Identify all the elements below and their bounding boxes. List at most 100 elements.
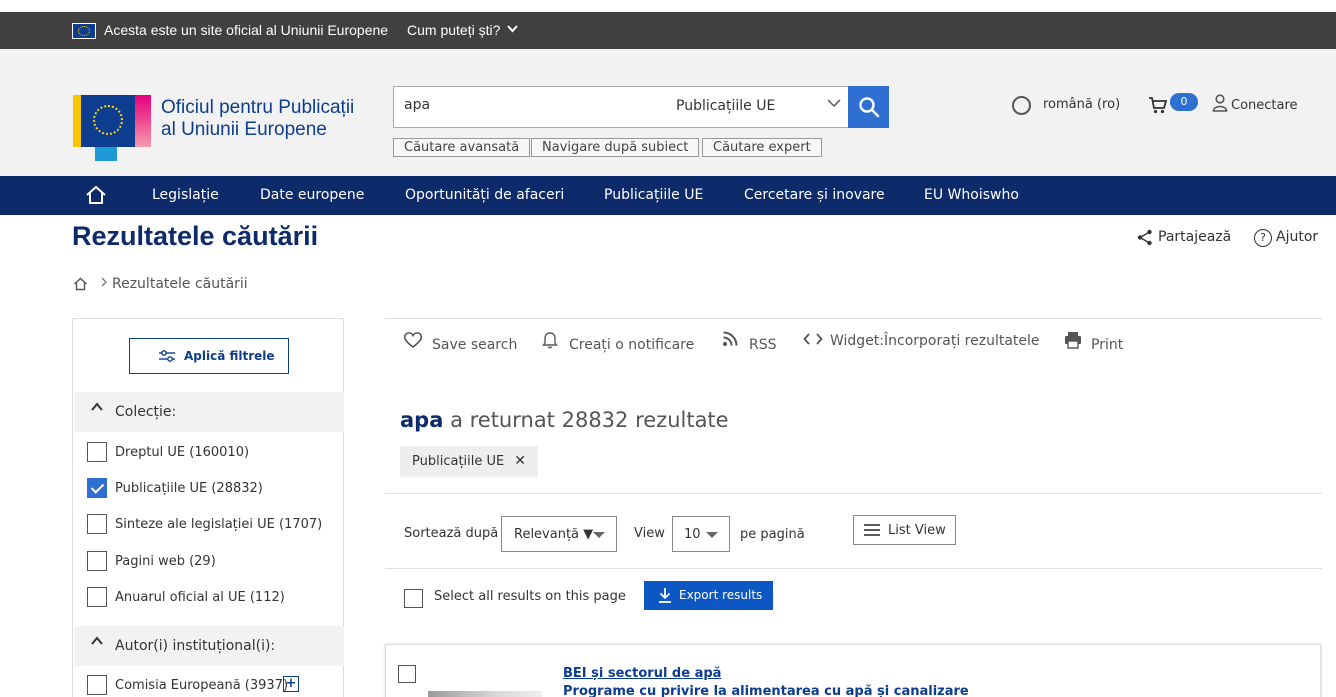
nav-item-european-data[interactable]: Date europene — [260, 187, 364, 203]
facet-label: Sinteze ale legislației UE (1707) — [115, 517, 323, 532]
language-selector[interactable]: română (ro) — [1043, 97, 1120, 112]
view-label: View — [634, 526, 665, 541]
list-icon — [864, 524, 880, 540]
result-checkbox[interactable] — [398, 665, 416, 683]
save-search-label: Save search — [432, 337, 518, 353]
apply-filters-label: Aplică filtrele — [184, 349, 275, 363]
create-notification-button[interactable]: Creați o notificare — [542, 331, 702, 359]
help-icon[interactable]: ? — [1254, 229, 1272, 247]
search-box: Publicațiile UE — [393, 86, 849, 128]
page-size-select[interactable]: 10 — [672, 516, 730, 552]
search-input[interactable] — [404, 97, 654, 113]
facet-european-commission[interactable]: Comisia Europeană (3937) + — [87, 675, 337, 697]
facet-eu-law[interactable]: Dreptul UE (160010) — [87, 442, 337, 464]
rss-label: RSS — [749, 337, 777, 353]
save-search-button[interactable]: Save search — [403, 331, 533, 359]
search-scope-select[interactable]: Publicațiile UE — [676, 98, 775, 114]
embed-widget-button[interactable]: Widget:Încorporați rezultatele — [803, 331, 1043, 359]
checkbox[interactable] — [87, 587, 107, 607]
list-view-button[interactable]: List View — [853, 515, 956, 545]
nav-item-business-opportunities[interactable]: Oportunități de afaceri — [405, 187, 564, 203]
user-icon[interactable] — [1212, 94, 1228, 117]
sort-value: Relevanță ▼ — [514, 527, 594, 542]
help-link[interactable]: Ajutor — [1276, 229, 1318, 245]
result-count-text: a returnat 28832 rezultate — [450, 408, 729, 432]
result-subtitle-term: apă — [845, 684, 873, 697]
chevron-up-icon — [90, 400, 104, 418]
collection-section-header[interactable]: Colecție: — [74, 392, 344, 432]
breadcrumb-separator-icon — [100, 276, 108, 291]
facet-label: Comisia Europeană (3937) — [115, 678, 289, 693]
checkbox-checked[interactable] — [87, 478, 107, 498]
search-button[interactable] — [848, 86, 889, 128]
chevron-down-icon[interactable] — [826, 95, 842, 115]
divider — [385, 568, 1322, 569]
result-thumbnail[interactable] — [428, 691, 542, 697]
printer-icon — [1064, 331, 1082, 353]
sort-select[interactable]: Relevanță ▼ — [501, 516, 617, 552]
result-subtitle-text: Programe cu privire la alimentarea cu — [563, 684, 846, 697]
facet-official-directory[interactable]: Anuarul oficial al UE (112) — [87, 587, 337, 609]
filter-panel: Aplică filtrele Colecție: Dreptul UE (16… — [72, 318, 344, 697]
download-icon — [658, 587, 672, 606]
result-title-link[interactable]: BEI și sectorul de apă — [563, 666, 721, 681]
facet-label: Publicațiile UE (28832) — [115, 481, 263, 496]
facet-label: Pagini web (29) — [115, 554, 216, 569]
search-term: apa — [400, 408, 444, 432]
nav-item-eu-whoiswho[interactable]: EU Whoiswho — [924, 187, 1019, 203]
share-link[interactable]: Partajează — [1158, 229, 1231, 245]
print-label: Print — [1091, 337, 1124, 353]
advanced-search-link[interactable]: Căutare avansată — [393, 138, 531, 157]
list-view-label: List View — [888, 523, 946, 538]
sliders-icon — [158, 349, 176, 366]
facet-eu-publications[interactable]: Publicațiile UE (28832) — [87, 478, 337, 500]
how-do-you-know-link[interactable]: Cum puteți ști? — [407, 22, 500, 38]
eu-official-banner: Acesta este un site oficial al Uniunii E… — [0, 12, 1336, 49]
browse-by-subject-link[interactable]: Navigare după subiect — [531, 138, 700, 157]
author-section-header[interactable]: Autor(i) instituțional(i): — [74, 626, 344, 666]
export-results-label: Export results — [679, 588, 763, 602]
nav-item-research-innovation[interactable]: Cercetare și inovare — [744, 187, 885, 203]
select-all-checkbox[interactable] — [404, 589, 423, 608]
sort-label: Sortează după — [404, 526, 499, 541]
export-results-button[interactable]: Export results — [644, 581, 773, 610]
share-icon[interactable] — [1137, 229, 1153, 250]
checkbox[interactable] — [87, 442, 107, 462]
home-icon[interactable] — [85, 185, 107, 209]
nav-item-eu-publications[interactable]: Publicațiile UE — [604, 187, 703, 203]
logo-text-line2: al Uniunii Europene — [161, 119, 327, 140]
bell-icon — [542, 331, 558, 353]
divider — [385, 493, 1322, 494]
globe-icon[interactable] — [1012, 96, 1031, 115]
login-link[interactable]: Conectare — [1231, 98, 1298, 113]
checkbox[interactable] — [87, 551, 107, 571]
nav-item-legislation[interactable]: Legislație — [152, 187, 219, 203]
facet-summaries-of-legislation[interactable]: Sinteze ale legislației UE (1707) — [87, 514, 337, 536]
result-title-term: apă — [694, 666, 722, 681]
checkbox[interactable] — [87, 675, 107, 695]
cart-icon[interactable] — [1148, 95, 1168, 120]
active-filter-chip: Publicațiile UE ✕ — [400, 446, 538, 477]
main-navigation: Legislație Date europene Oportunități de… — [0, 176, 1336, 215]
logo-shape — [73, 95, 81, 147]
close-icon[interactable]: ✕ — [514, 453, 526, 469]
page-title: Rezultatele căutării — [72, 221, 319, 251]
chevron-down-icon[interactable] — [506, 22, 519, 38]
print-button[interactable]: Print — [1064, 331, 1134, 359]
checkbox[interactable] — [87, 514, 107, 534]
facet-label: Dreptul UE (160010) — [115, 445, 250, 460]
facet-label: Anuarul oficial al UE (112) — [115, 590, 285, 605]
expand-plus-icon[interactable]: + — [283, 676, 299, 692]
facet-web-pages[interactable]: Pagini web (29) — [87, 551, 337, 573]
code-icon — [803, 331, 823, 351]
banner-text: Acesta este un site oficial al Uniunii E… — [104, 22, 389, 38]
result-card: BEI și sectorul de apă Programe cu privi… — [385, 644, 1321, 697]
expert-search-link[interactable]: Căutare expert — [702, 138, 822, 157]
breadcrumb-home-icon[interactable] — [73, 276, 88, 295]
result-summary: apa a returnat 28832 rezultate — [400, 408, 729, 432]
rss-button[interactable]: RSS — [722, 331, 782, 359]
apply-filters-button[interactable]: Aplică filtrele — [129, 338, 289, 374]
dropdown-arrow-icon — [593, 532, 605, 538]
select-all-label: Select all results on this page — [434, 589, 626, 604]
cart-count-badge[interactable]: 0 — [1170, 93, 1198, 111]
